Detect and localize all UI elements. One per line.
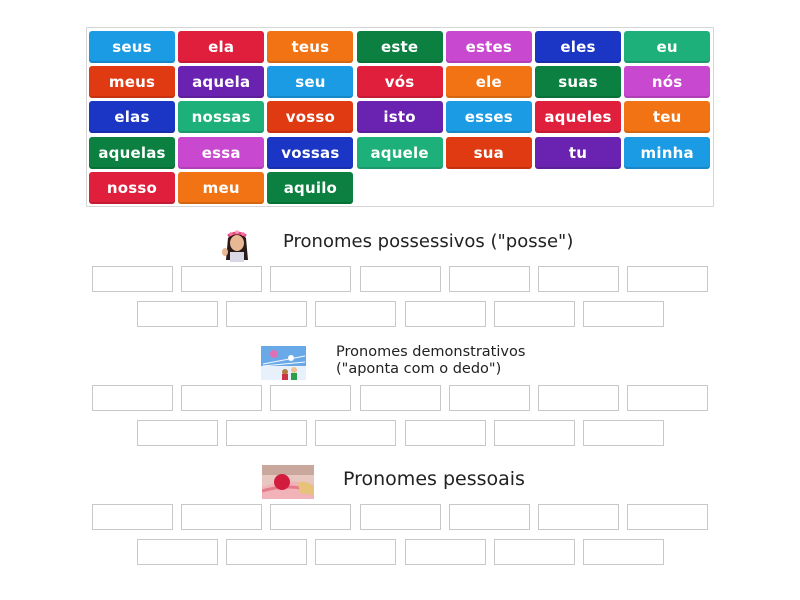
word-tile[interactable]: isto [356,101,443,134]
word-tile[interactable]: eles [535,31,621,63]
drop-slot-demonstrativos[interactable] [538,385,619,411]
word-tile[interactable]: vosso [267,101,354,134]
drop-slot-demonstrativos[interactable] [404,420,486,446]
word-tile[interactable]: ele [445,66,532,99]
drop-slot-pessoais[interactable] [538,504,619,530]
drop-slot-possessivos[interactable] [181,266,263,292]
drop-slot-possessivos[interactable] [627,266,709,292]
drop-slot-demonstrativos[interactable] [627,385,709,411]
drop-slot-pessoais[interactable] [493,539,575,565]
drop-slot-possessivos[interactable] [493,301,575,327]
drop-slot-demonstrativos[interactable] [493,420,575,446]
word-tile[interactable]: tu [535,136,621,169]
drop-slot-demonstrativos[interactable] [270,385,352,411]
kids-pointing-image [261,346,306,380]
drop-slot-pessoais[interactable] [359,504,441,530]
drop-slot-possessivos[interactable] [538,266,619,292]
drop-slot-possessivos[interactable] [270,266,352,292]
section-title-demonstrativos: Pronomes demonstrativos ("aponta com o d… [336,344,525,378]
drop-slot-pessoais[interactable] [92,504,173,530]
drop-slot-demonstrativos[interactable] [448,385,530,411]
word-tile[interactable]: seus [89,31,175,63]
drop-slot-pessoais[interactable] [315,539,397,565]
drop-slot-pessoais[interactable] [226,539,308,565]
section-title-demonstrativos-line2: ("aponta com o dedo") [336,361,502,377]
word-tile[interactable]: vós [356,66,443,99]
drop-slot-possessivos[interactable] [448,266,530,292]
word-tile[interactable]: aquelas [89,136,175,169]
drop-slot-demonstrativos[interactable] [315,420,397,446]
drop-slot-pessoais[interactable] [137,539,218,565]
word-tile[interactable]: eu [624,31,711,63]
section-title-pessoais: Pronomes pessoais [343,468,525,490]
drop-slot-demonstrativos[interactable] [92,385,173,411]
word-tile[interactable]: suas [535,66,621,99]
drop-slot-possessivos[interactable] [404,301,486,327]
word-tile[interactable]: meus [89,66,175,99]
word-tile[interactable]: meu [178,171,265,204]
drop-slot-possessivos[interactable] [226,301,308,327]
hands-holding-ball-image [262,465,314,499]
word-tile[interactable]: nosso [89,171,175,204]
word-tile[interactable]: elas [89,101,175,134]
word-tile[interactable]: essa [178,136,265,169]
word-tile[interactable]: aqueles [535,101,621,134]
drop-slot-pessoais[interactable] [448,504,530,530]
drop-slot-possessivos[interactable] [315,301,397,327]
girl-avatar-image [218,226,256,264]
drop-slot-pessoais[interactable] [181,504,263,530]
drop-slot-demonstrativos[interactable] [137,420,218,446]
word-tile[interactable]: estes [445,31,532,63]
word-tile[interactable]: esses [445,101,532,134]
drop-slot-demonstrativos[interactable] [359,385,441,411]
word-tile[interactable]: este [356,31,443,63]
drop-slot-pessoais[interactable] [627,504,709,530]
word-tile[interactable]: aquele [356,136,443,169]
word-tile[interactable]: aquilo [267,171,354,204]
word-tile[interactable]: teus [267,31,354,63]
drop-slot-demonstrativos[interactable] [226,420,308,446]
word-tile[interactable]: minha [624,136,711,169]
drop-slot-demonstrativos[interactable] [583,420,664,446]
drop-slot-possessivos[interactable] [137,301,218,327]
section-title-demonstrativos-line1: Pronomes demonstrativos [336,344,526,360]
word-tile[interactable]: teu [624,101,711,134]
drop-slot-pessoais[interactable] [583,539,664,565]
drop-slot-possessivos[interactable] [583,301,664,327]
word-tile[interactable]: seu [267,66,354,99]
drop-slot-possessivos[interactable] [92,266,173,292]
word-tile[interactable]: nós [624,66,711,99]
word-tile[interactable]: sua [445,136,532,169]
word-tile[interactable]: vossas [267,136,354,169]
drop-slot-demonstrativos[interactable] [181,385,263,411]
section-title-possessivos: Pronomes possessivos ("posse") [283,231,574,252]
drop-slot-pessoais[interactable] [270,504,352,530]
word-tile[interactable]: nossas [178,101,265,134]
drop-slot-pessoais[interactable] [404,539,486,565]
word-tile-bank: seus ela teus este estes eles eu meus aquela seu v… [86,27,714,207]
drop-slot-possessivos[interactable] [359,266,441,292]
word-tile[interactable]: aquela [178,66,265,99]
word-tile[interactable]: ela [178,31,265,63]
